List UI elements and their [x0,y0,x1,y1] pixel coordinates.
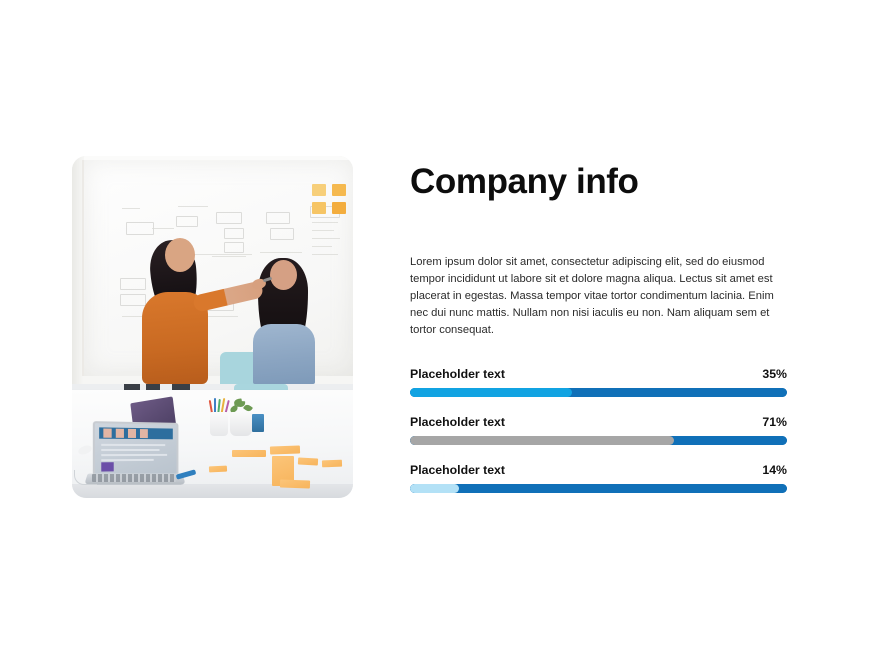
progress-track[interactable] [410,483,787,493]
sticky-note [332,184,346,196]
progress-track[interactable] [410,387,787,397]
sticky-note [312,184,326,196]
person-b-denim-jacket [253,324,315,384]
progress-label: Placeholder text [410,462,505,477]
progress-label: Placeholder text [410,414,505,429]
sticky-note [312,202,326,214]
progress-lead-segment [410,387,573,397]
desk-edge [72,484,353,498]
progress-value: 14% [762,462,787,477]
progress-value: 71% [762,414,787,429]
progress-item: Placeholder text 71% [410,415,787,445]
desk-scene [72,384,353,498]
body-paragraph: Lorem ipsum dolor sit amet, consectetur … [410,255,774,336]
person-a-head [165,238,195,272]
desk-sticky-note [297,457,319,466]
progress-base-segment [410,483,787,493]
progress-value: 35% [762,366,787,381]
company-photo [72,156,353,498]
progress-header: Placeholder text 14% [410,463,787,477]
plant-pot [230,412,252,436]
progress-track[interactable] [410,435,787,445]
page-title: Company info [410,162,639,201]
progress-item: Placeholder text 35% [410,367,787,397]
photo-image [72,156,353,498]
person-b-head [270,260,297,290]
laptop-screen [92,421,179,479]
progress-bar-list: Placeholder text 35% Placeholder text 71… [410,339,787,493]
progress-lead-segment [410,483,459,493]
desk-sticky-note [321,459,343,468]
desk-sticky-note [269,445,301,455]
progress-label: Placeholder text [410,366,505,381]
content-column: Company info Lorem ipsum dolor sit amet,… [410,156,787,493]
slide-canvas: Company info Lorem ipsum dolor sit amet,… [0,0,870,653]
progress-header: Placeholder text 35% [410,367,787,381]
whiteboard-scene [72,156,353,408]
laptop-keyboard [92,474,176,482]
cable [74,470,97,485]
blue-box-object [252,414,264,432]
progress-lead-segment [410,435,674,445]
progress-item: Placeholder text 14% [410,463,787,493]
progress-header: Placeholder text 71% [410,415,787,429]
desk-sticky-note [208,465,228,473]
desk-sticky-note [279,479,311,489]
pen-cup [210,412,228,436]
desk-sticky-note [232,450,266,457]
sticky-note [332,202,346,214]
